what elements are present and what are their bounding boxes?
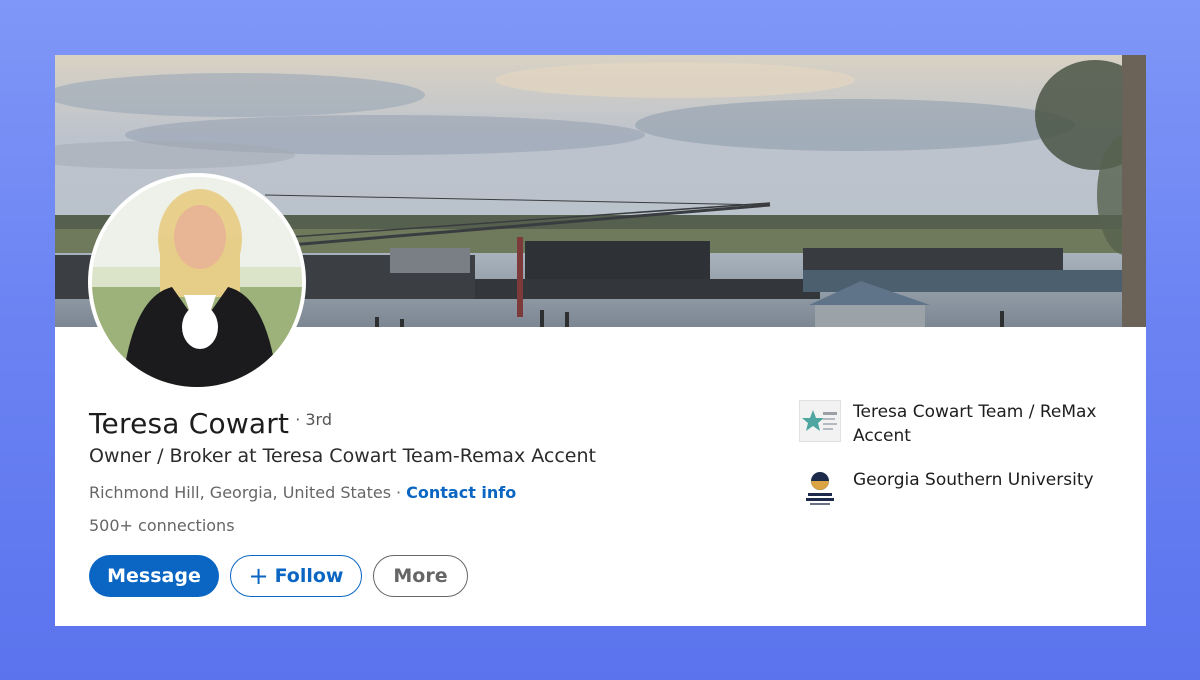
org-name-company: Teresa Cowart Team / ReMax Accent: [853, 402, 1097, 446]
location-row: Richmond Hill, Georgia, United States · …: [89, 483, 516, 502]
org-item-company[interactable]: Teresa Cowart Team / ReMax Accent: [799, 400, 1119, 448]
connection-degree: · 3rd: [295, 410, 332, 429]
connections-count: 500+ connections: [89, 516, 235, 535]
university-logo-icon: [799, 468, 841, 510]
profile-card: Teresa Cowart · 3rd Owner / Broker at Te…: [55, 55, 1146, 626]
profile-name-row: Teresa Cowart · 3rd: [89, 407, 332, 440]
plus-icon: +: [248, 562, 269, 590]
location-separator: ·: [396, 483, 402, 502]
org-item-university[interactable]: Georgia Southern University: [799, 468, 1119, 510]
contact-info-link[interactable]: Contact info: [406, 483, 516, 502]
profile-avatar[interactable]: [88, 173, 306, 391]
follow-label: Follow: [274, 565, 344, 587]
company-logo-icon: [799, 400, 841, 442]
profile-actions: Message + Follow More: [89, 555, 468, 597]
profile-headline: Owner / Broker at Teresa Cowart Team-Rem…: [89, 445, 596, 467]
profile-name: Teresa Cowart: [89, 407, 290, 440]
follow-button[interactable]: + Follow: [230, 555, 362, 597]
profile-location: Richmond Hill, Georgia, United States: [89, 483, 392, 502]
org-name-university: Georgia Southern University: [853, 470, 1094, 490]
profile-organizations: Teresa Cowart Team / ReMax Accent Georgi…: [799, 400, 1119, 530]
more-button[interactable]: More: [373, 555, 468, 597]
message-button[interactable]: Message: [89, 555, 219, 597]
